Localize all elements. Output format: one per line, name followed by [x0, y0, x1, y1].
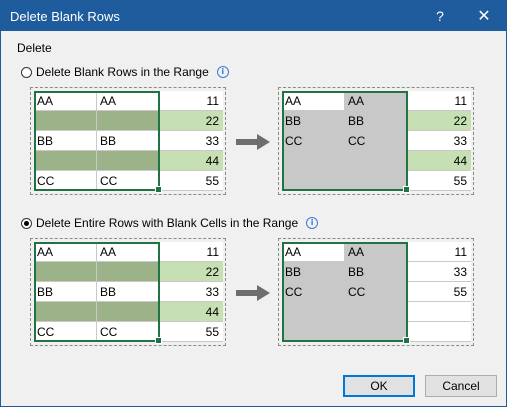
radio-delete-entire-rows[interactable]: [21, 217, 32, 229]
fill-handle: [403, 337, 410, 344]
grid-cell: CC: [34, 171, 97, 191]
option-label-delete-entire-rows: Delete Entire Rows with Blank Cells in t…: [36, 216, 299, 230]
option-label-delete-blank-rows: Delete Blank Rows in the Range: [36, 65, 209, 79]
grid-cell: [345, 322, 408, 342]
grid-cell: CC: [97, 322, 160, 342]
grid-cell: AA: [345, 242, 408, 262]
option-delete-blank-rows[interactable]: Delete Blank Rows in the Range i: [21, 65, 229, 79]
grid-cell: [97, 111, 160, 131]
preview-option1-after: AA AA 11 BB BB 22 CC CC 33 44 55: [278, 87, 474, 195]
grid-cell: CC: [345, 282, 408, 302]
fill-handle: [155, 186, 162, 193]
grid-cell: [97, 151, 160, 171]
grid-cell: [345, 171, 408, 191]
fill-handle: [155, 337, 162, 344]
grid-cell: 33: [160, 131, 223, 151]
grid-cell: AA: [282, 91, 345, 111]
grid-cell: [408, 322, 471, 342]
preview-option2-after: AA AA 11 BB BB 33 CC CC 55: [278, 238, 474, 346]
grid-cell: AA: [97, 91, 160, 111]
grid-option1-after: AA AA 11 BB BB 22 CC CC 33 44 55: [282, 91, 471, 193]
grid-cell: AA: [345, 91, 408, 111]
grid-cell: 33: [408, 262, 471, 282]
grid-cell: [345, 151, 408, 171]
grid-cell: CC: [282, 282, 345, 302]
info-icon[interactable]: i: [306, 217, 319, 229]
grid-option2-after: AA AA 11 BB BB 33 CC CC 55: [282, 242, 471, 344]
grid-cell: BB: [282, 262, 345, 282]
grid-cell: CC: [34, 322, 97, 342]
grid-cell: BB: [34, 131, 97, 151]
arrow-right-icon: [236, 134, 270, 150]
grid-cell: [345, 302, 408, 322]
grid-cell: [282, 302, 345, 322]
grid-cell: 44: [160, 151, 223, 171]
grid-cell: [34, 262, 97, 282]
grid-cell: BB: [345, 111, 408, 131]
grid-cell: [282, 171, 345, 191]
grid-cell: BB: [34, 282, 97, 302]
arrow-right-icon: [236, 285, 270, 301]
grid-cell: [34, 302, 97, 322]
cancel-button[interactable]: Cancel: [425, 375, 497, 397]
grid-cell: 11: [408, 242, 471, 262]
grid-cell: AA: [97, 242, 160, 262]
grid-cell: 22: [160, 262, 223, 282]
grid-cell: [97, 302, 160, 322]
grid-cell: 44: [408, 151, 471, 171]
grid-cell: 55: [408, 171, 471, 191]
grid-cell: 44: [160, 302, 223, 322]
grid-cell: 55: [160, 171, 223, 191]
info-icon[interactable]: i: [216, 66, 229, 78]
window-title: Delete Blank Rows: [10, 9, 120, 24]
grid-cell: 11: [408, 91, 471, 111]
help-button[interactable]: ?: [425, 1, 455, 31]
grid-cell: 22: [408, 111, 471, 131]
radio-delete-blank-rows[interactable]: [21, 66, 32, 78]
grid-cell: 55: [408, 282, 471, 302]
ok-button[interactable]: OK: [343, 375, 415, 397]
group-label-delete: Delete: [17, 41, 52, 55]
grid-cell: [408, 302, 471, 322]
grid-cell: 11: [160, 242, 223, 262]
grid-cell: BB: [282, 111, 345, 131]
option-delete-entire-rows[interactable]: Delete Entire Rows with Blank Cells in t…: [21, 216, 319, 230]
title-bar: Delete Blank Rows ? ✕: [1, 1, 506, 31]
grid-cell: AA: [34, 91, 97, 111]
grid-cell: 55: [160, 322, 223, 342]
preview-option2-before: AA AA 11 22 BB BB 33 44 CC CC 55: [30, 238, 226, 346]
grid-cell: BB: [97, 131, 160, 151]
grid-cell: BB: [97, 282, 160, 302]
grid-cell: [34, 151, 97, 171]
preview-option1-before: AA AA 11 22 BB BB 33 44 CC CC 55: [30, 87, 226, 195]
grid-cell: CC: [97, 171, 160, 191]
grid-cell: 11: [160, 91, 223, 111]
grid-cell: AA: [282, 242, 345, 262]
grid-cell: [282, 151, 345, 171]
grid-cell: CC: [345, 131, 408, 151]
grid-cell: 33: [160, 282, 223, 302]
grid-cell: BB: [345, 262, 408, 282]
grid-option2-before: AA AA 11 22 BB BB 33 44 CC CC 55: [34, 242, 223, 344]
grid-cell: [34, 111, 97, 131]
grid-cell: 22: [160, 111, 223, 131]
dialog-window: Delete Blank Rows ? ✕ Delete Delete Blan…: [0, 0, 507, 407]
fill-handle: [403, 186, 410, 193]
grid-cell: [97, 262, 160, 282]
grid-cell: 33: [408, 131, 471, 151]
close-button[interactable]: ✕: [469, 1, 499, 31]
grid-option1-before: AA AA 11 22 BB BB 33 44 CC CC 55: [34, 91, 223, 193]
grid-cell: [282, 322, 345, 342]
grid-cell: CC: [282, 131, 345, 151]
grid-cell: AA: [34, 242, 97, 262]
